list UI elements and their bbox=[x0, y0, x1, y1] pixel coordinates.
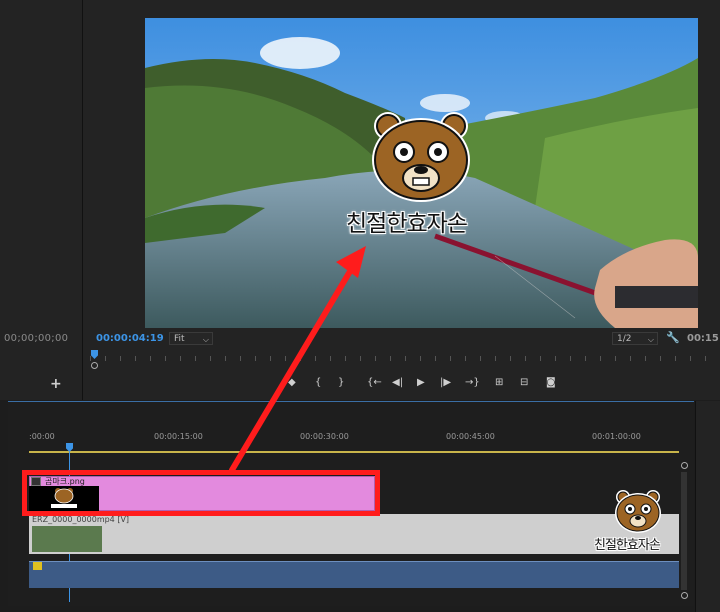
watermark-bear-icon bbox=[615, 490, 661, 533]
watermark-caption: 친절한효자손 bbox=[594, 538, 661, 553]
